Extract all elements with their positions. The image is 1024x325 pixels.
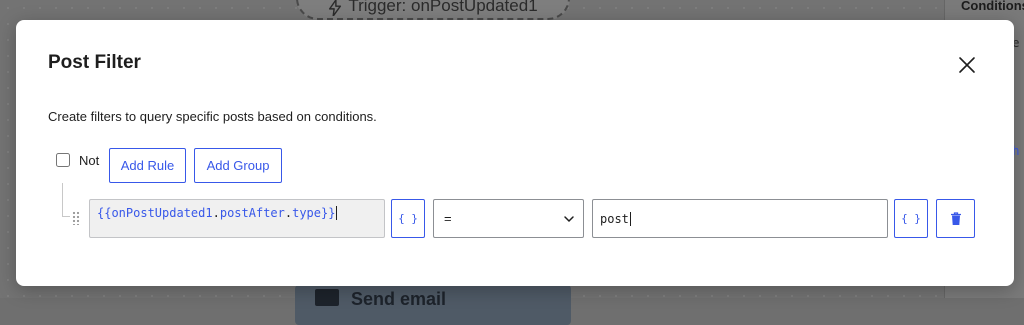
trigger-node: Trigger: onPostUpdated1 bbox=[296, 0, 570, 20]
insert-variable-button[interactable]: { } bbox=[894, 199, 928, 238]
field-brace-close: }} bbox=[321, 206, 336, 220]
rule-field-input[interactable]: {{onPostUpdated1. postAfter. type}} bbox=[89, 199, 385, 238]
trigger-node-label: Trigger: onPostUpdated1 bbox=[348, 0, 538, 15]
insert-variable-button[interactable]: { } bbox=[391, 199, 425, 238]
text-cursor bbox=[336, 206, 338, 220]
delete-rule-button[interactable] bbox=[936, 199, 975, 238]
send-email-node: Send email bbox=[295, 285, 571, 325]
field-token-postafter: postAfter bbox=[219, 206, 285, 220]
rule-value-input[interactable]: post bbox=[592, 199, 888, 238]
side-panel-title: Conditions bbox=[961, 0, 1024, 13]
chevron-down-icon bbox=[564, 216, 574, 223]
add-rule-button[interactable]: Add Rule bbox=[109, 148, 186, 183]
rule-value-text: post bbox=[600, 211, 629, 226]
add-group-button[interactable]: Add Group bbox=[194, 148, 282, 183]
drag-handle-icon[interactable] bbox=[72, 211, 80, 225]
rule-tree-connector bbox=[62, 183, 70, 217]
close-button[interactable] bbox=[954, 52, 980, 78]
operator-select[interactable]: = bbox=[433, 199, 584, 238]
close-icon bbox=[959, 57, 975, 73]
field-token-dot: . bbox=[212, 206, 220, 220]
not-checkbox[interactable] bbox=[56, 153, 70, 167]
operator-value: = bbox=[444, 211, 452, 226]
field-token-type: type bbox=[292, 206, 322, 220]
modal-description: Create filters to query specific posts b… bbox=[48, 109, 377, 124]
text-cursor bbox=[629, 211, 631, 226]
modal-title: Post Filter bbox=[48, 52, 141, 73]
trash-icon bbox=[950, 211, 961, 225]
field-token-dot: . bbox=[284, 206, 293, 220]
post-filter-modal: Post Filter Create filters to query spec… bbox=[16, 20, 1014, 286]
field-brace-open: {{ bbox=[97, 206, 112, 220]
bolt-icon bbox=[329, 0, 342, 16]
field-token-trigger: onPostUpdated1 bbox=[111, 206, 213, 220]
send-email-node-label: Send email bbox=[351, 289, 447, 309]
not-label: Not bbox=[79, 153, 100, 168]
